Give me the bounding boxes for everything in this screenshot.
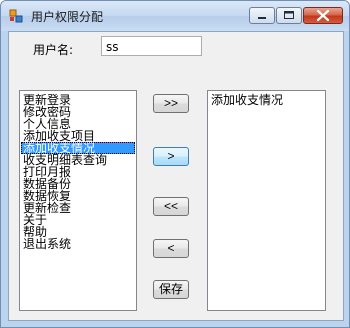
remove-all-button[interactable]: << — [153, 197, 189, 216]
add-all-button[interactable]: >> — [153, 94, 189, 113]
username-field[interactable]: ss — [101, 36, 202, 56]
close-button[interactable] — [303, 7, 343, 24]
remove-button[interactable]: < — [153, 239, 189, 258]
list-item[interactable]: 添加收支情况 — [209, 93, 324, 107]
app-window: 用户权限分配 用户名: ss 更新登录 修改密码 个人信息 添加收支项目 添加收支情况收… — [0, 0, 350, 328]
username-label: 用户名: — [33, 43, 74, 57]
client-area: 用户名: ss 更新登录 修改密码 个人信息 添加收支项目 添加收支情况 收支明细表查询打… — [8, 31, 344, 321]
app-icon — [9, 9, 23, 23]
maximize-icon — [284, 11, 294, 19]
maximize-button[interactable] — [276, 7, 302, 24]
title-bar[interactable]: 用户权限分配 — [1, 1, 349, 31]
window-title: 用户权限分配 — [31, 10, 104, 24]
close-icon — [316, 9, 330, 22]
save-button[interactable]: 保存 — [153, 280, 189, 299]
add-button[interactable]: > — [153, 147, 189, 166]
assigned-permissions-list[interactable]: 添加收支情况 — [207, 90, 326, 311]
available-permissions-list[interactable]: 更新登录 修改密码 个人信息 添加收支项目 添加收支情况 收支明细表查询 打印月报 数据备份数… — [19, 90, 137, 311]
minimize-button[interactable] — [249, 7, 275, 24]
minimize-icon — [258, 17, 266, 19]
list-item[interactable]: 退出系统 — [21, 238, 135, 250]
